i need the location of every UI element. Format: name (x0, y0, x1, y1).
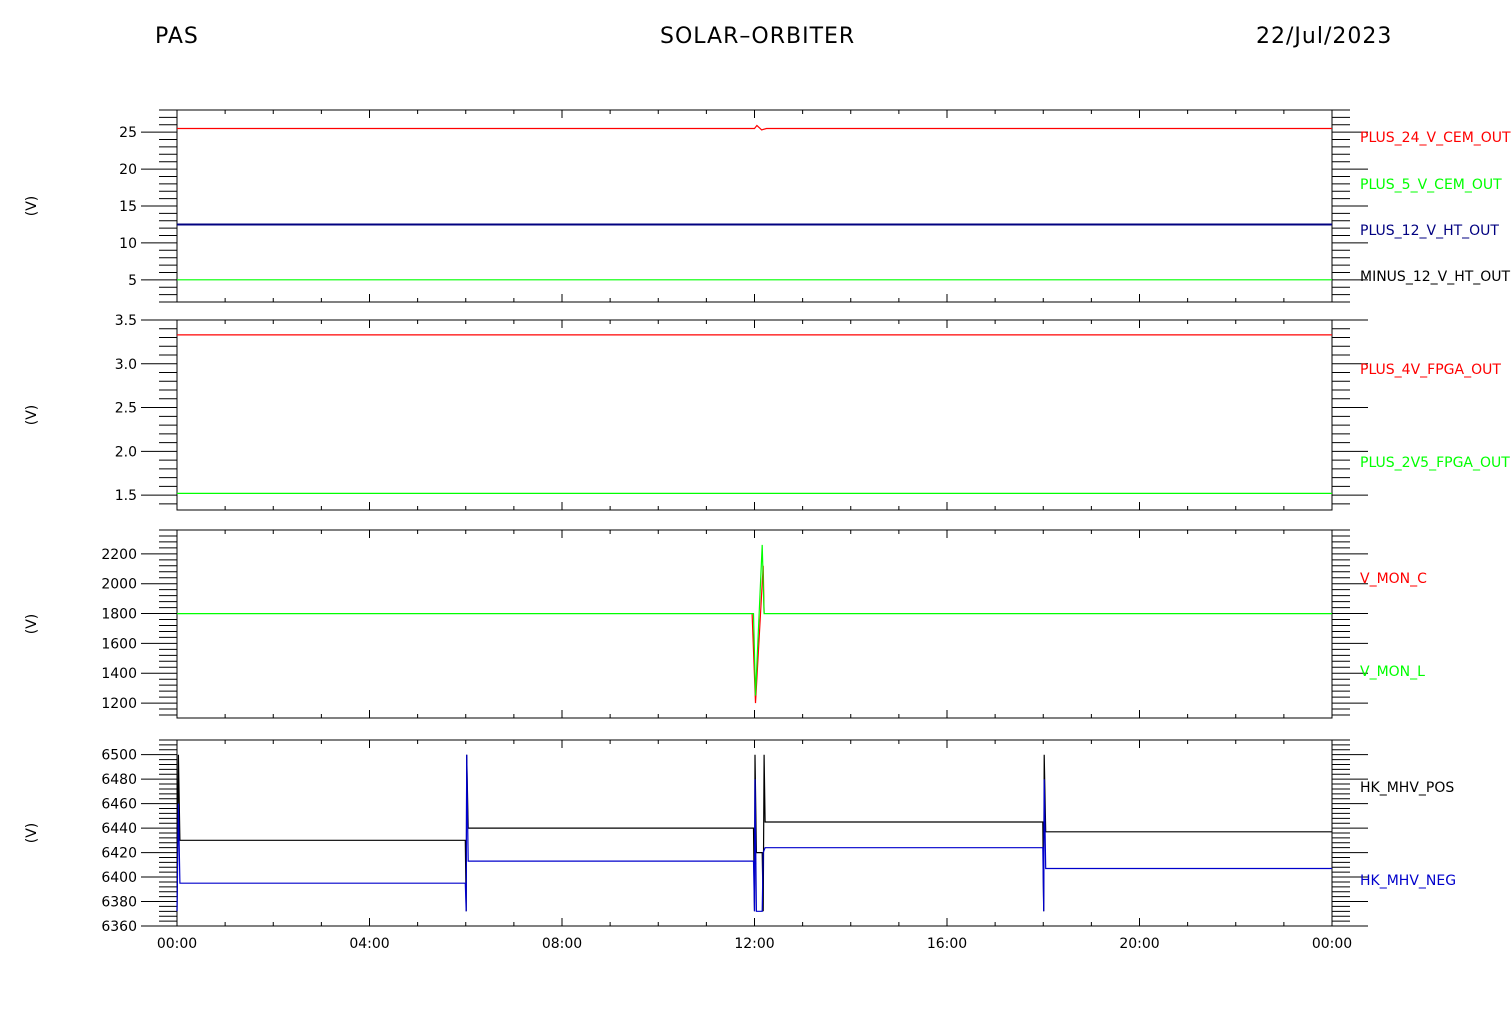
y-tick-label: 6480 (101, 772, 137, 788)
y-tick-label: 6360 (101, 919, 137, 935)
legend-entry: HK_MHV_POS (1360, 780, 1454, 796)
y-tick-label: 6460 (101, 797, 137, 813)
legend-entry: PLUS_5_V_CEM_OUT (1360, 177, 1502, 193)
y-tick-label: 5 (128, 273, 137, 289)
y-tick-label: 2.0 (115, 444, 137, 460)
legend-entry: HK_MHV_NEG (1360, 873, 1456, 889)
y-axis-label: (V) (24, 405, 40, 426)
x-tick-label: 00:00 (157, 936, 197, 952)
y-tick-label: 20 (119, 162, 137, 178)
legend-entry: PLUS_2V5_FPGA_OUT (1360, 455, 1510, 471)
x-tick-label: 00:00 (1312, 936, 1352, 952)
housekeeping-charts: 5 10 15 20 25 (V) PLUS_24_V_CEM_OUT PLUS_5_V_CE… (24, 109, 1511, 952)
x-tick-label: 04:00 (349, 936, 389, 952)
y-axis-label: (V) (24, 614, 40, 635)
x-tick-label: 16:00 (927, 936, 967, 952)
y-tick-label: 6440 (101, 821, 137, 837)
y-tick-label: 2000 (101, 577, 137, 593)
legend-entry: V_MON_L (1360, 664, 1425, 680)
x-tick-label: 08:00 (542, 936, 582, 952)
y-tick-label: 2200 (101, 547, 137, 563)
y-axis-label: (V) (24, 196, 40, 217)
y-tick-label: 1200 (101, 696, 137, 712)
y-tick-label: 3.0 (115, 357, 137, 373)
x-tick-label: 12:00 (734, 936, 774, 952)
y-axis-label: (V) (24, 823, 40, 844)
y-tick-label: 6420 (101, 846, 137, 862)
panel-frame (176, 319, 1333, 511)
legend-entry: PLUS_4V_FPGA_OUT (1360, 362, 1501, 378)
legend-entry: V_MON_C (1360, 571, 1427, 587)
x-tick-label: 20:00 (1119, 936, 1159, 952)
y-tick-label: 6500 (101, 748, 137, 764)
y-tick-label: 15 (119, 199, 137, 215)
y-tick-label: 25 (119, 125, 137, 141)
legend-entry: PLUS_12_V_HT_OUT (1360, 223, 1499, 239)
y-tick-label: 6400 (101, 870, 137, 886)
series-line-plus-24-v-cem-out (177, 124, 1332, 131)
y-tick-label: 1400 (101, 666, 137, 682)
panel-frame (176, 109, 1333, 303)
y-tick-label: 6380 (101, 895, 137, 911)
legend-entry: MINUS_12_V_HT_OUT (1360, 269, 1511, 285)
series-line-v-mon-l (177, 544, 1332, 696)
y-tick-label: 2.5 (115, 401, 137, 417)
y-tick-label: 10 (119, 236, 137, 252)
y-tick-label: 3.5 (115, 313, 137, 329)
y-tick-label: 1.5 (115, 488, 137, 504)
legend-entry: PLUS_24_V_CEM_OUT (1360, 130, 1511, 146)
y-tick-label: 1600 (101, 636, 137, 652)
y-tick-label: 1800 (101, 607, 137, 623)
